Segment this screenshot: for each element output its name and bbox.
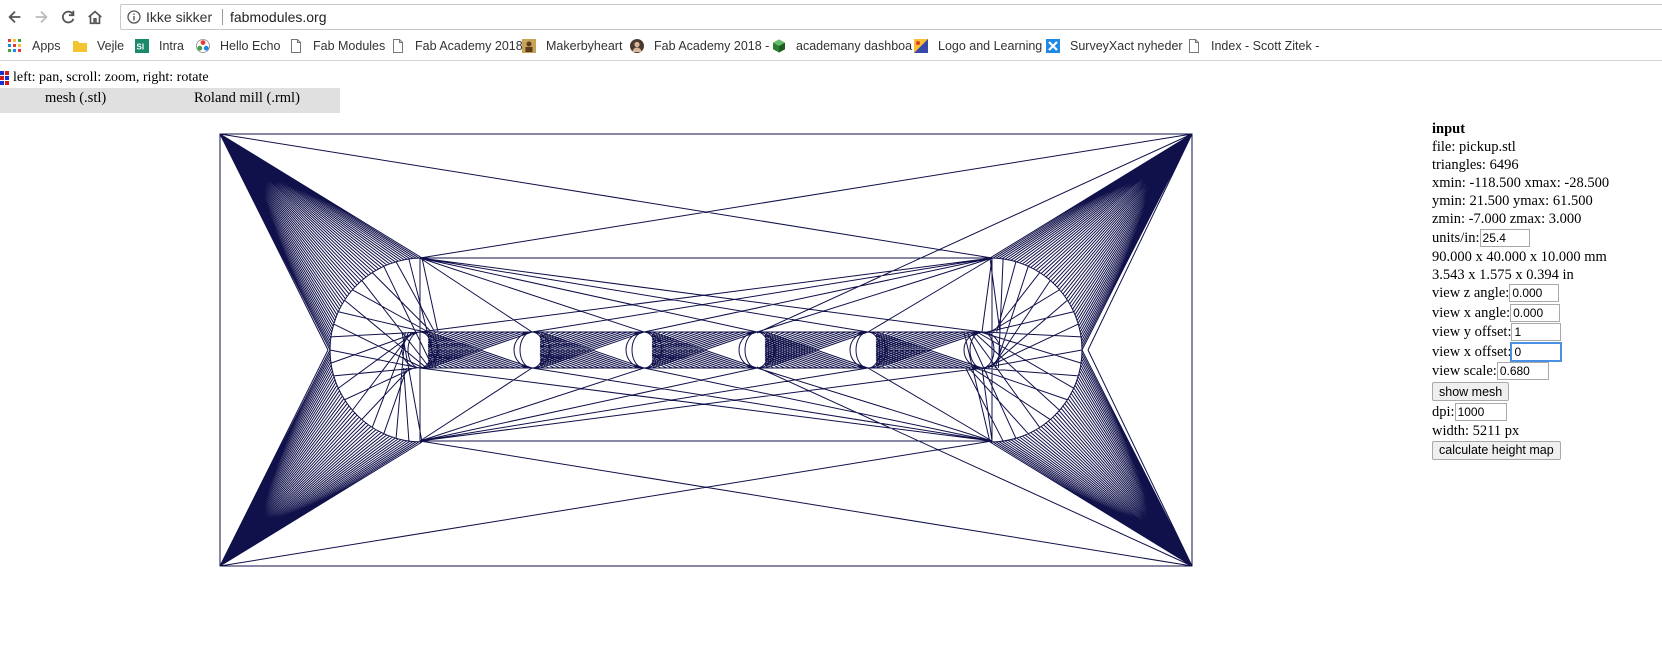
output-format-menu[interactable]: Roland mill (.rml)	[194, 90, 300, 107]
view-y-offset-input[interactable]	[1511, 323, 1562, 342]
bookmark-intra[interactable]: SI Intra	[135, 39, 184, 53]
view-x-angle-input[interactable]	[1510, 303, 1561, 322]
back-icon[interactable]	[4, 6, 26, 28]
module-menu-bar: mesh (.stl) Roland mill (.rml)	[0, 88, 340, 113]
bookmark-label: Intra	[159, 39, 185, 53]
bookmark-label: Hello Echo	[220, 39, 281, 53]
bookmark-label: Fab Modules	[313, 39, 386, 53]
bookmark-label: Fab Academy 2018	[415, 39, 523, 53]
dpi-input[interactable]	[1454, 402, 1507, 421]
bookmarks-bar: Apps Vejle SI Intra Hello Echo Fab Modul…	[0, 34, 1662, 61]
show-mesh-button[interactable]: show mesh	[1432, 382, 1510, 401]
home-icon[interactable]	[84, 6, 106, 28]
triangle-count: triangles: 6496	[1432, 157, 1519, 173]
y-range: ymin: 21.500 ymax: 61.500	[1432, 193, 1593, 209]
bookmark-label: Fab Academy 2018 -	[654, 39, 770, 53]
makerbyheart-icon	[522, 39, 536, 53]
units-input[interactable]	[1479, 228, 1530, 247]
bookmark-label: Logo and Learning	[938, 39, 1043, 53]
bookmark-label: Makerbyheart	[546, 39, 623, 53]
svg-text:SI: SI	[137, 43, 145, 52]
info-icon[interactable]	[127, 10, 141, 24]
omnibox-separator	[222, 9, 223, 25]
units-label: units/in:	[1432, 229, 1480, 246]
view-y-offset-label: view y offset:	[1432, 324, 1512, 341]
z-range: zmin: -7.000 zmax: 3.000	[1432, 211, 1582, 227]
page-icon	[291, 39, 301, 53]
bookmark-label: academany dashboa	[796, 39, 913, 53]
si-logo-icon: SI	[135, 39, 149, 53]
view-scale-label: view scale:	[1432, 363, 1497, 380]
bookmark-fab-academy-2018[interactable]: Fab Academy 2018	[391, 39, 523, 53]
reload-icon[interactable]	[57, 6, 79, 28]
panel-heading: input	[1432, 121, 1466, 137]
file-name: file: pickup.stl	[1432, 139, 1516, 155]
size-mm: 90.000 x 40.000 x 10.000 mm	[1432, 248, 1607, 265]
url-text[interactable]: fabmodules.org	[230, 9, 327, 25]
dpi-label: dpi:	[1432, 403, 1455, 420]
bookmark-makerbyheart[interactable]: Makerbyheart	[522, 39, 622, 53]
surveyxact-icon	[1046, 39, 1060, 53]
avatar-icon	[630, 39, 644, 53]
view-scale-input[interactable]	[1496, 362, 1549, 381]
width-px: width: 5211 px	[1432, 422, 1520, 439]
bookmark-index-scott-zitek[interactable]: Index - Scott Zitek -	[1187, 39, 1319, 53]
view-x-offset-input[interactable]	[1510, 341, 1563, 362]
view-x-offset-label: view x offset:	[1432, 343, 1512, 360]
mesh-edges	[219, 133, 1193, 567]
apps-grid-icon	[8, 39, 21, 52]
bookmark-label: Index - Scott Zitek -	[1211, 39, 1320, 53]
bookmark-fab-modules[interactable]: Fab Modules	[289, 39, 385, 53]
view-z-angle-input[interactable]	[1509, 284, 1560, 303]
cube-icon	[773, 39, 785, 53]
bookmark-academany-dashboard[interactable]: academany dashboa	[772, 39, 912, 53]
bookmark-label: SurveyXact nyheder	[1070, 39, 1183, 53]
stl-mesh-wireframe	[219, 133, 1193, 567]
page-icon	[393, 39, 403, 53]
bookmark-fab-academy-2018-b[interactable]: Fab Academy 2018 -	[630, 39, 769, 53]
forward-icon[interactable]	[30, 6, 52, 28]
bookmark-apps[interactable]: Apps	[8, 39, 61, 53]
fab-logo-icon	[0, 71, 9, 85]
view-z-angle-label: view z angle:	[1432, 285, 1510, 302]
size-in: 3.543 x 1.575 x 0.394 in	[1432, 266, 1574, 283]
hint-text: left: pan, scroll: zoom, right: rotate	[13, 70, 209, 85]
folder-icon	[73, 41, 87, 52]
browser-toolbar: Ikke sikker fabmodules.org	[0, 0, 1662, 34]
bookmark-hello-echo[interactable]: Hello Echo	[196, 39, 280, 53]
bookmark-vejle[interactable]: Vejle	[73, 39, 124, 53]
page-icon	[1189, 39, 1199, 53]
view-x-angle-label: view x angle:	[1432, 304, 1511, 321]
bookmark-label: Vejle	[97, 39, 125, 53]
x-range: xmin: -118.500 xmax: -28.500	[1432, 175, 1610, 191]
bookmark-label: Apps	[32, 39, 61, 53]
fablab-logo-icon	[196, 39, 210, 53]
bookmark-surveyxact[interactable]: SurveyXact nyheder	[1046, 39, 1183, 53]
address-bar[interactable]: Ikke sikker fabmodules.org	[120, 4, 1662, 30]
mesh-viewer-canvas[interactable]	[0, 115, 1240, 585]
security-label[interactable]: Ikke sikker	[146, 9, 212, 25]
input-format-menu[interactable]: mesh (.stl)	[45, 90, 106, 107]
controls-hint: left: pan, scroll: zoom, right: rotate	[0, 70, 209, 86]
calculate-height-map-button[interactable]: calculate height map	[1432, 440, 1561, 460]
bookmark-logo-and-learning[interactable]: Logo and Learning	[914, 39, 1042, 53]
logo-learning-icon	[914, 39, 928, 53]
input-panel: input file: pickup.stl triangles: 6496 x…	[1432, 120, 1609, 461]
